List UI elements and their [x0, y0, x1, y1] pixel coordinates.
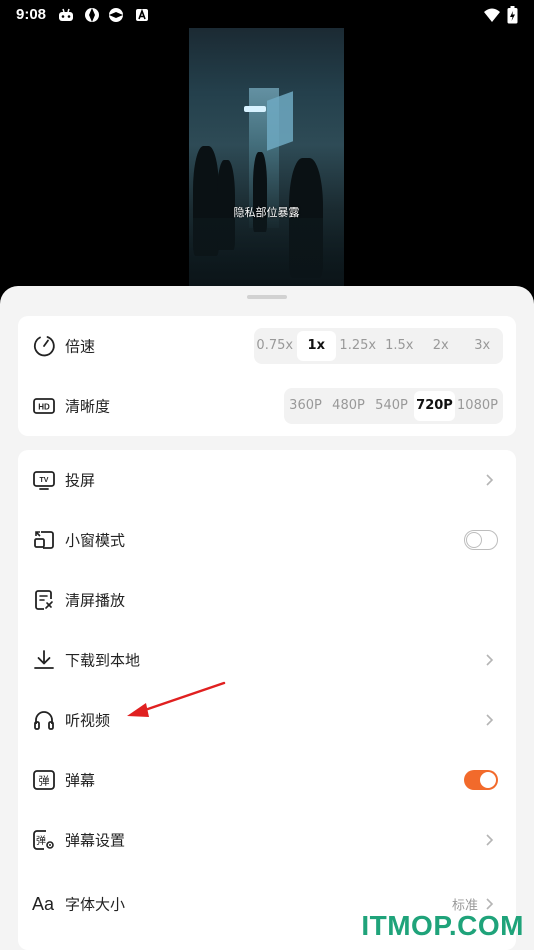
- clear-screen-label: 清屏播放: [65, 591, 126, 610]
- font-size-icon: Aa: [32, 894, 55, 914]
- playback-settings-card: 倍速 0.75x 1x 1.25x 1.5x 2x 3x HD 清晰度 360P…: [18, 316, 516, 436]
- chevron-right-icon: [486, 834, 494, 846]
- speed-selector: 0.75x 1x 1.25x 1.5x 2x 3x: [254, 328, 503, 364]
- picture-in-picture-icon: [34, 531, 54, 549]
- speed-option-1-5x[interactable]: 1.5x: [380, 331, 420, 361]
- notification-a-icon: [136, 8, 148, 21]
- speed-option-3x[interactable]: 3x: [463, 331, 503, 361]
- menu-item-download[interactable]: 下载到本地: [18, 630, 516, 690]
- quality-option-360p[interactable]: 360P: [285, 391, 326, 421]
- quality-option-1080p[interactable]: 1080P: [457, 391, 498, 421]
- sheet-drag-handle[interactable]: [247, 295, 287, 299]
- quality-label: 清晰度: [65, 397, 111, 416]
- danmaku-settings-icon: 弹: [33, 830, 54, 850]
- clear-screen-icon: [35, 590, 53, 610]
- danmaku-label: 弹幕: [65, 771, 96, 790]
- menu-item-listen[interactable]: 听视频: [18, 690, 516, 750]
- settings-sheet: 倍速 0.75x 1x 1.25x 1.5x 2x 3x HD 清晰度 360P…: [0, 286, 534, 950]
- quality-selector: 360P 480P 540P 720P 1080P: [284, 388, 503, 424]
- cast-label: 投屏: [65, 471, 96, 490]
- speed-label: 倍速: [65, 337, 96, 356]
- svg-text:弹: 弹: [39, 774, 50, 788]
- watermark: ITMOP.COM: [361, 910, 524, 941]
- danmaku-icon: 弹: [33, 770, 55, 790]
- speed-option-2x[interactable]: 2x: [421, 331, 461, 361]
- speed-option-1x[interactable]: 1x: [296, 331, 336, 361]
- quality-option-540p[interactable]: 540P: [371, 391, 412, 421]
- more-options-card: TV 投屏 小窗模式 清屏播放 下载到本地 听视频 弹 弹幕 弹 弹幕设置 Aa…: [18, 450, 516, 950]
- hd-icon: HD: [33, 398, 55, 414]
- game-controller-icon: [59, 8, 73, 21]
- chevron-right-icon: [486, 714, 494, 726]
- quality-option-480p[interactable]: 480P: [328, 391, 369, 421]
- tv-cast-icon: TV: [33, 471, 55, 490]
- menu-item-clear-screen[interactable]: 清屏播放: [18, 570, 516, 630]
- pip-toggle[interactable]: [464, 530, 498, 550]
- menu-item-pip: 小窗模式: [18, 510, 516, 570]
- menu-item-cast[interactable]: TV 投屏: [18, 450, 516, 510]
- speed-row: 倍速 0.75x 1x 1.25x 1.5x 2x 3x: [18, 316, 516, 376]
- aperture-icon-2: [109, 8, 123, 22]
- status-time: 9:08: [16, 6, 47, 23]
- download-label: 下载到本地: [65, 651, 141, 670]
- download-icon: [34, 650, 54, 669]
- font-size-label: 字体大小: [65, 895, 126, 914]
- headphones-icon: [34, 711, 54, 730]
- svg-text:弹: 弹: [36, 834, 46, 847]
- svg-text:HD: HD: [38, 403, 50, 412]
- pip-label: 小窗模式: [65, 531, 126, 550]
- speedometer-icon: [33, 336, 55, 357]
- chevron-right-icon: [486, 474, 494, 486]
- video-player[interactable]: 隐私部位暴露: [189, 28, 344, 288]
- danmaku-toggle[interactable]: [464, 770, 498, 790]
- menu-item-danmaku-settings[interactable]: 弹 弹幕设置: [18, 810, 516, 870]
- speed-option-1-25x[interactable]: 1.25x: [338, 331, 378, 361]
- svg-text:TV: TV: [40, 477, 49, 484]
- menu-item-danmaku: 弹 弹幕: [18, 750, 516, 810]
- video-subtitle: 隐私部位暴露: [233, 206, 300, 219]
- danmaku-settings-label: 弹幕设置: [65, 831, 126, 850]
- speed-option-0-75x[interactable]: 0.75x: [255, 331, 295, 361]
- listen-label: 听视频: [65, 711, 111, 730]
- chevron-right-icon: [486, 898, 494, 910]
- quality-option-720p[interactable]: 720P: [414, 391, 455, 421]
- aperture-icon: [85, 8, 99, 22]
- battery-icon: [507, 6, 518, 24]
- chevron-right-icon: [486, 654, 494, 666]
- wifi-icon: [484, 8, 500, 22]
- status-bar: 9:08: [0, 0, 534, 30]
- quality-row: HD 清晰度 360P 480P 540P 720P 1080P: [18, 376, 516, 436]
